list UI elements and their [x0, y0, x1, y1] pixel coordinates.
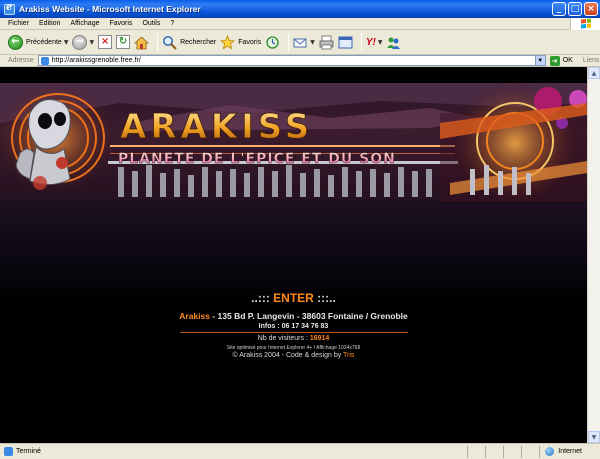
- menu-edition[interactable]: Edition: [34, 20, 65, 27]
- windows-flag-icon: [570, 17, 600, 30]
- menu-fichier[interactable]: Fichier: [0, 20, 34, 27]
- edit-button[interactable]: [338, 32, 353, 52]
- close-button[interactable]: ×: [584, 2, 598, 16]
- security-zone[interactable]: Internet: [539, 445, 600, 458]
- menu-favoris[interactable]: Favoris: [104, 20, 137, 27]
- toolbar-separator: [157, 33, 159, 51]
- mail-button[interactable]: ▼: [293, 32, 315, 52]
- address-url[interactable]: http://arakissgrenoble.free.fr/: [52, 57, 535, 64]
- visitor-counter: Nb de visiteurs : 16914: [0, 335, 587, 342]
- zone-label: Internet: [558, 448, 582, 455]
- visitors-count: 16914: [309, 335, 330, 342]
- contact-address: Arakiss - 135 Bd P. Langevin - 38603 Fon…: [0, 311, 587, 321]
- page-icon: [40, 56, 49, 65]
- chevron-down-icon[interactable]: ▼: [378, 39, 383, 46]
- stop-icon: ×: [98, 35, 113, 49]
- forward-arrow-icon: →: [72, 34, 88, 50]
- address-field[interactable]: http://arakissgrenoble.free.fr/ ▼: [37, 55, 546, 66]
- favorites-button[interactable]: Favoris: [220, 32, 261, 52]
- toolbar: ← Précédente ▼ → ▼ × ↻ Rechercher Favori…: [0, 30, 600, 55]
- history-icon: [266, 35, 279, 49]
- edit-icon: [338, 36, 353, 48]
- chevron-down-icon[interactable]: ▼: [89, 39, 94, 46]
- page-viewport: ARAKISS PLANETE DE L'EPICE ET DU SON ..:…: [0, 67, 587, 443]
- favorites-label: Favoris: [238, 38, 262, 46]
- phone-info: Infos : 06 17 34 76 83: [258, 323, 329, 330]
- enter-prefix: ..:::: [251, 291, 274, 305]
- home-icon: [134, 35, 150, 49]
- site-banner[interactable]: ARAKISS PLANETE DE L'EPICE ET DU SON: [0, 83, 587, 203]
- search-icon: [163, 35, 177, 50]
- title-bar: Arakiss Website - Microsoft Internet Exp…: [0, 0, 600, 18]
- scroll-up-icon[interactable]: ▲: [588, 67, 600, 79]
- window-title: Arakiss Website - Microsoft Internet Exp…: [19, 4, 201, 14]
- status-cell: [467, 445, 485, 458]
- chevron-down-icon[interactable]: ▼: [64, 39, 69, 46]
- visitors-label: Nb de visiteurs :: [257, 335, 310, 342]
- home-button[interactable]: [134, 32, 150, 52]
- copyright-text: © Arakiss 2004 - Code & design by: [232, 352, 344, 359]
- enter-link[interactable]: ..::: ENTER :::..: [0, 291, 587, 305]
- scroll-down-icon[interactable]: ▼: [588, 431, 600, 443]
- address-bar: Adresse http://arakissgrenoble.free.fr/ …: [0, 55, 600, 67]
- optimization-note: Site optimisé pour Internet Explorer 4+ …: [226, 345, 361, 351]
- messenger-icon: [387, 37, 401, 49]
- banner-subtitle: PLANETE DE L'EPICE ET DU SON: [118, 151, 396, 167]
- yahoo-button[interactable]: Y! ▼: [366, 32, 383, 52]
- banner-title: ARAKISS: [120, 107, 313, 147]
- chevron-down-icon[interactable]: ▼: [534, 56, 545, 65]
- copyright-line: © Arakiss 2004 - Code & design by Tris: [0, 352, 587, 359]
- go-button[interactable]: ➜ OK: [549, 55, 573, 66]
- go-arrow-icon: ➜: [549, 55, 560, 66]
- enter-label[interactable]: ENTER: [273, 291, 314, 305]
- back-label: Précédente: [26, 38, 62, 46]
- yahoo-icon: Y!: [365, 36, 376, 48]
- back-arrow-icon: ←: [8, 34, 23, 50]
- maximize-button[interactable]: □: [568, 2, 582, 16]
- minimize-button[interactable]: _: [552, 2, 566, 16]
- search-label: Rechercher: [180, 38, 217, 46]
- address-label: Adresse: [8, 57, 34, 64]
- enter-suffix: :::..: [313, 291, 336, 305]
- go-label: OK: [562, 57, 573, 64]
- ie-icon: [4, 2, 15, 15]
- refresh-button[interactable]: ↻: [116, 32, 131, 52]
- banner-shadow: [0, 203, 587, 303]
- brand-name: Arakiss: [179, 311, 210, 321]
- status-cell: [503, 445, 521, 458]
- forward-button[interactable]: → ▼: [72, 32, 94, 52]
- divider: [180, 332, 408, 333]
- favorites-star-icon: [220, 34, 236, 49]
- status-cell: [521, 445, 539, 458]
- links-button[interactable]: Liens: [583, 57, 600, 64]
- menu-bar: Fichier Edition Affichage Favoris Outils…: [0, 17, 600, 30]
- chevron-down-icon[interactable]: ▼: [310, 39, 315, 46]
- banner-artwork: ARAKISS PLANETE DE L'EPICE ET DU SON: [0, 83, 587, 202]
- messenger-button[interactable]: [386, 32, 401, 52]
- print-icon: [319, 35, 334, 49]
- status-bar: Terminé Internet: [0, 443, 600, 459]
- vertical-scrollbar[interactable]: ▲ ▼: [587, 67, 600, 443]
- menu-affichage[interactable]: Affichage: [65, 20, 104, 27]
- designer-link[interactable]: Tris: [343, 352, 354, 359]
- stop-button[interactable]: ×: [98, 32, 113, 52]
- page-icon: [4, 447, 13, 456]
- history-button[interactable]: [265, 32, 280, 52]
- print-button[interactable]: [319, 32, 334, 52]
- menu-outils[interactable]: Outils: [137, 20, 165, 27]
- globe-icon: [545, 447, 555, 456]
- toolbar-separator: [360, 33, 362, 51]
- status-text: Terminé: [16, 448, 41, 455]
- refresh-icon: ↻: [116, 35, 131, 49]
- street-address: - 135 Bd P. Langevin - 38603 Fontaine / …: [209, 311, 408, 321]
- menu-help[interactable]: ?: [165, 20, 179, 27]
- mail-icon: [293, 38, 307, 47]
- back-button[interactable]: ← Précédente ▼: [8, 32, 68, 52]
- status-cell: [485, 445, 503, 458]
- toolbar-separator: [288, 33, 290, 51]
- search-button[interactable]: Rechercher: [162, 32, 216, 52]
